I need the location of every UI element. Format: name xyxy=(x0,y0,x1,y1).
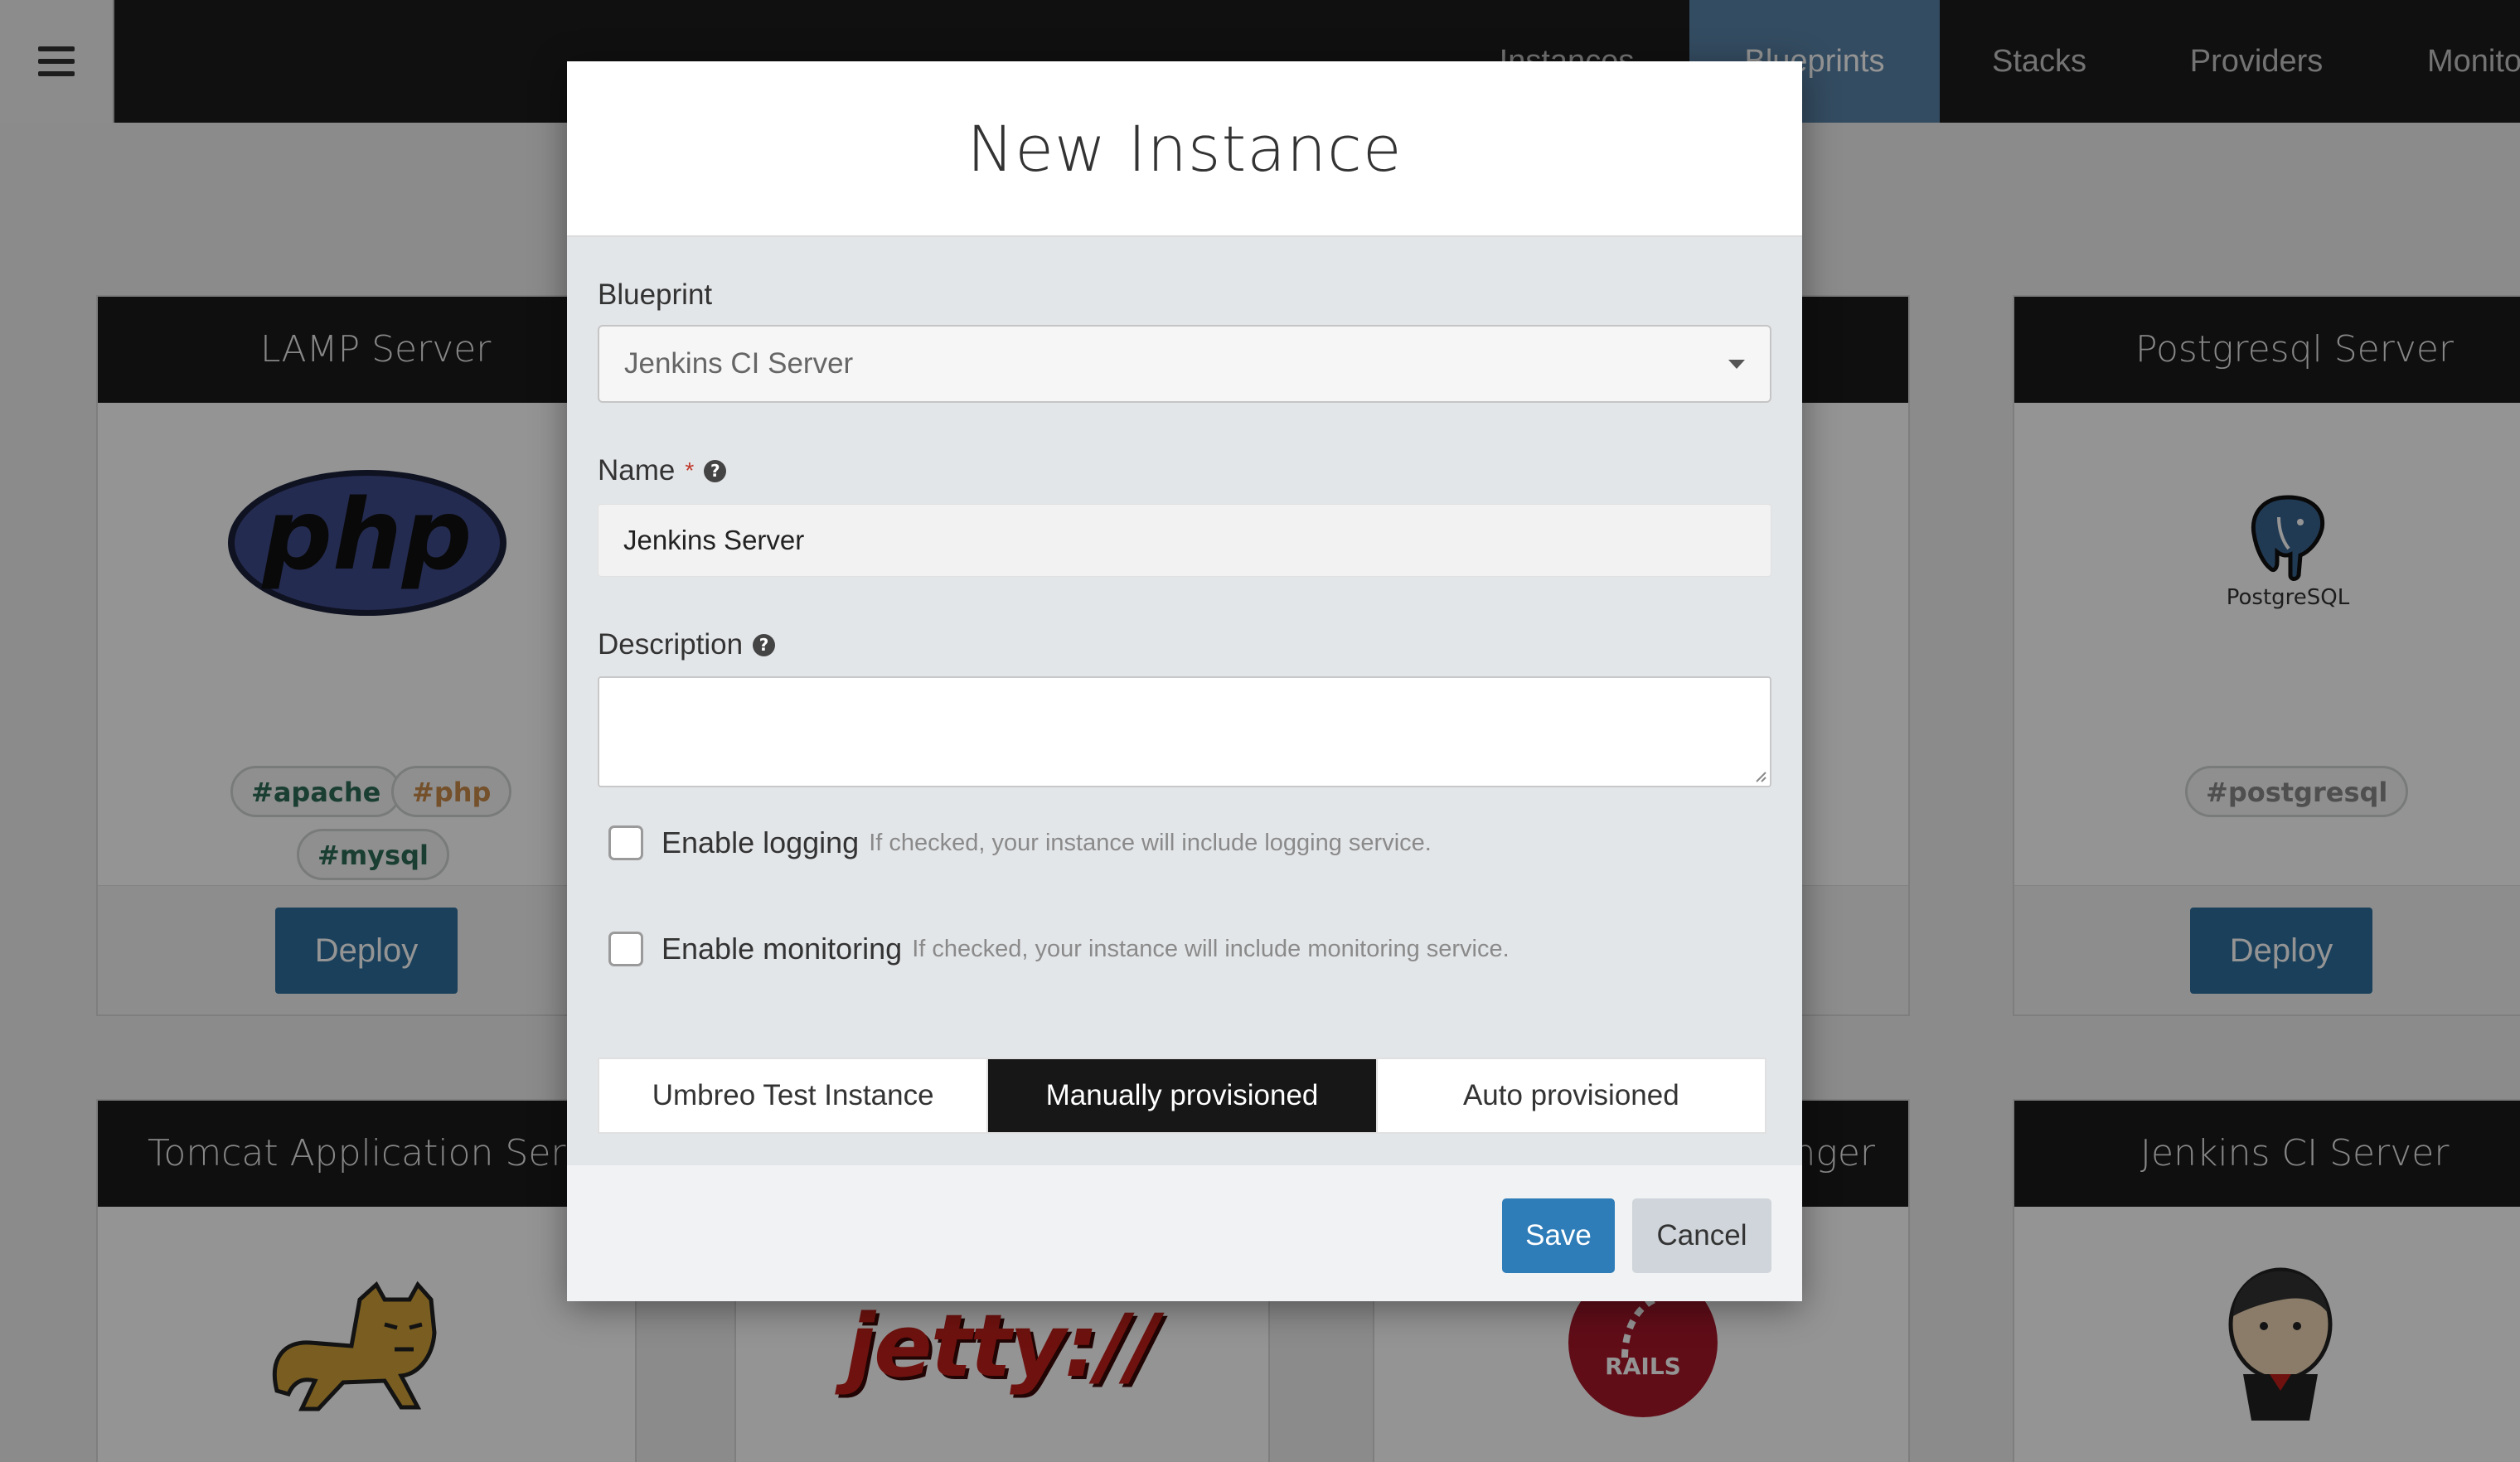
help-icon[interactable]: ? xyxy=(753,633,776,656)
blueprint-select-value: Jenkins CI Server xyxy=(624,347,854,380)
name-label: Name * ? xyxy=(598,454,727,487)
resize-grip-icon[interactable] xyxy=(1753,769,1766,782)
enable-logging-checkbox[interactable] xyxy=(608,825,643,860)
description-textarea[interactable] xyxy=(598,676,1771,787)
modal-header: New Instance xyxy=(567,61,1802,237)
enable-monitoring-row: Enable monitoring If checked, your insta… xyxy=(608,932,1510,966)
save-button[interactable]: Save xyxy=(1502,1198,1615,1273)
enable-monitoring-label[interactable]: Enable monitoring xyxy=(662,932,902,966)
blueprint-label: Blueprint xyxy=(598,278,713,311)
name-input[interactable]: Jenkins Server xyxy=(598,504,1771,577)
cancel-button[interactable]: Cancel xyxy=(1632,1198,1771,1273)
enable-logging-row: Enable logging If checked, your instance… xyxy=(608,825,1432,860)
enable-monitoring-checkbox[interactable] xyxy=(608,932,643,966)
enable-monitoring-hint: If checked, your instance will include m… xyxy=(912,935,1510,962)
enable-logging-label[interactable]: Enable logging xyxy=(662,825,859,860)
provision-option-auto[interactable]: Auto provisioned xyxy=(1375,1059,1765,1132)
provision-segmented-control: Umbreo Test Instance Manually provisione… xyxy=(598,1058,1766,1134)
provision-option-umbreo-test[interactable]: Umbreo Test Instance xyxy=(599,1059,987,1132)
provision-option-manual[interactable]: Manually provisioned xyxy=(986,1059,1376,1132)
blueprint-select[interactable]: Jenkins CI Server xyxy=(598,325,1771,403)
required-marker: * xyxy=(685,457,695,483)
help-icon[interactable]: ? xyxy=(704,459,727,482)
new-instance-modal: New Instance Blueprint Jenkins CI Server… xyxy=(567,61,1802,1301)
description-label: Description ? xyxy=(598,628,776,661)
caret-down-icon xyxy=(1728,360,1745,369)
enable-logging-hint: If checked, your instance will include l… xyxy=(869,829,1432,856)
modal-title: New Instance xyxy=(967,112,1403,186)
modal-footer: Save Cancel xyxy=(567,1165,1802,1301)
